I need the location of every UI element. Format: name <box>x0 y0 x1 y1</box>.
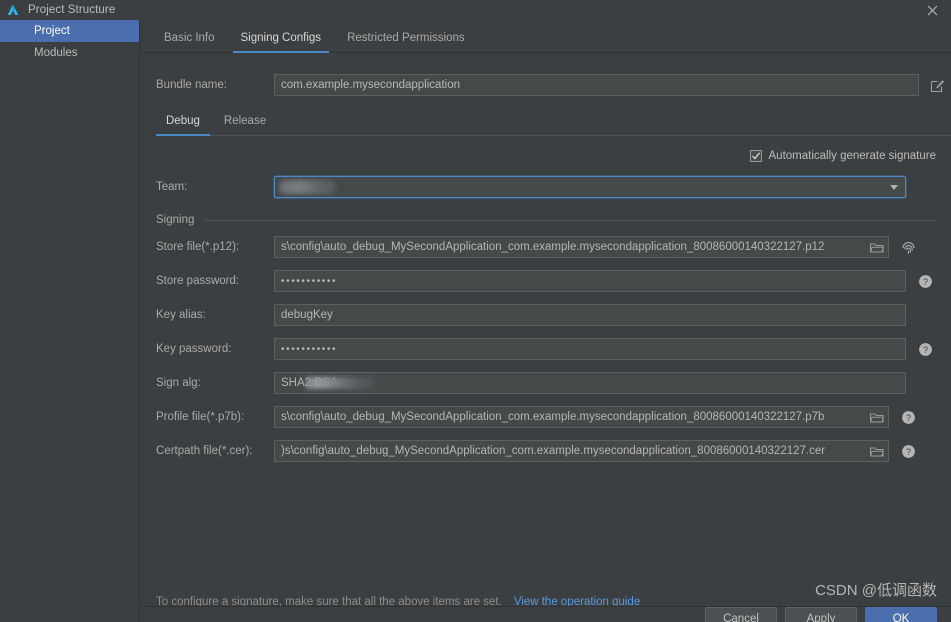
profile-file-value: s\config\auto_debug_MySecondApplication_… <box>281 411 825 423</box>
apply-button[interactable]: Apply <box>785 607 857 622</box>
profile-file-input[interactable]: s\config\auto_debug_MySecondApplication_… <box>274 406 889 428</box>
team-value-redacted <box>279 180 337 194</box>
store-password-input[interactable]: ••••••••••• <box>274 270 906 292</box>
ok-button-label: OK <box>892 613 910 622</box>
main-panel: Basic Info Signing Configs Restricted Pe… <box>140 20 951 622</box>
store-password-label: Store password: <box>156 275 240 287</box>
folder-browse-icon[interactable] <box>870 445 884 457</box>
sidebar: Project Modules <box>0 20 140 622</box>
close-icon[interactable] <box>921 0 943 20</box>
store-file-row: Store file(*.p12): s\config\auto_debug_M… <box>156 236 951 258</box>
key-password-input[interactable]: ••••••••••• <box>274 338 906 360</box>
key-alias-row: Key alias: debugKey <box>156 304 951 326</box>
subtab-debug[interactable]: Debug <box>156 115 210 136</box>
key-password-value: ••••••••••• <box>281 343 338 355</box>
key-alias-label: Key alias: <box>156 309 206 321</box>
help-circle-icon[interactable]: ? <box>917 341 933 357</box>
help-circle-icon[interactable]: ? <box>900 443 916 459</box>
auto-generate-signature-row: Automatically generate signature <box>140 150 951 162</box>
help-circle-icon[interactable]: ? <box>917 273 933 289</box>
bundle-name-label: Bundle name: <box>156 79 227 91</box>
sidebar-item-modules[interactable]: Modules <box>0 42 139 64</box>
checkmark-icon <box>751 152 760 160</box>
signing-group-divider <box>204 219 936 221</box>
certpath-file-label: Certpath file(*.cer): <box>156 445 253 457</box>
certpath-file-input[interactable]: )s\config\auto_debug_MySecondApplication… <box>274 440 889 462</box>
apply-button-label: Apply <box>806 613 836 622</box>
signing-group-header: Signing <box>156 214 936 226</box>
window-title: Project Structure <box>28 4 116 16</box>
tab-label: Restricted Permissions <box>347 32 465 44</box>
tab-restricted-permissions[interactable]: Restricted Permissions <box>339 32 473 52</box>
key-alias-input[interactable]: debugKey <box>274 304 906 326</box>
certpath-file-value: )s\config\auto_debug_MySecondApplication… <box>281 445 826 457</box>
deveco-logo-icon <box>6 3 20 17</box>
edit-pencil-icon[interactable] <box>929 77 945 93</box>
profile-file-row: Profile file(*.p7b): s\config\auto_debug… <box>156 406 951 428</box>
tab-bar: Basic Info Signing Configs Restricted Pe… <box>140 20 951 53</box>
auto-generate-signature-checkbox[interactable] <box>749 150 762 162</box>
key-password-label: Key password: <box>156 343 232 355</box>
svg-text:?: ? <box>922 345 927 355</box>
auto-generate-signature-label: Automatically generate signature <box>768 150 937 162</box>
sign-alg-row: Sign alg: SHA2 DSA <box>156 372 951 394</box>
svg-text:?: ? <box>922 277 927 287</box>
ok-button[interactable]: OK <box>865 607 937 622</box>
fingerprint-icon[interactable] <box>900 239 916 255</box>
cancel-button-label: Cancel <box>723 613 759 622</box>
svg-text:?: ? <box>905 413 910 423</box>
folder-browse-icon[interactable] <box>870 241 884 253</box>
profile-file-label: Profile file(*.p7b): <box>156 411 245 423</box>
store-file-label: Store file(*.p12): <box>156 241 240 253</box>
tab-label: Signing Configs <box>240 32 322 44</box>
sidebar-item-label: Project <box>34 25 70 37</box>
sign-alg-label: Sign alg: <box>156 377 201 389</box>
sign-alg-redaction <box>306 377 374 389</box>
key-password-row: Key password: ••••••••••• ? <box>156 338 951 360</box>
dialog-body: Project Modules Basic Info Signing Confi… <box>0 20 951 622</box>
signing-form: Store file(*.p12): s\config\auto_debug_M… <box>156 236 951 462</box>
bundle-name-row: Bundle name: com.example.mysecondapplica… <box>156 53 951 96</box>
folder-browse-icon[interactable] <box>870 411 884 423</box>
sign-alg-value: SHA2 DSA <box>281 377 338 389</box>
team-dropdown[interactable] <box>274 176 906 198</box>
subtab-release[interactable]: Release <box>214 115 276 135</box>
bundle-name-value: com.example.mysecondapplication <box>281 79 460 91</box>
key-alias-value: debugKey <box>281 309 333 321</box>
store-password-value: ••••••••••• <box>281 275 338 287</box>
sub-tab-bar: Debug Release <box>156 115 951 136</box>
sidebar-item-project[interactable]: Project <box>0 20 139 42</box>
help-circle-icon[interactable]: ? <box>900 409 916 425</box>
sidebar-item-label: Modules <box>34 47 78 59</box>
store-file-input[interactable]: s\config\auto_debug_MySecondApplication_… <box>274 236 889 258</box>
store-password-row: Store password: ••••••••••• ? <box>156 270 951 292</box>
team-row: Team: <box>156 176 951 198</box>
tab-content-signing-configs: Bundle name: com.example.mysecondapplica… <box>140 53 951 622</box>
subtab-label: Release <box>223 115 267 127</box>
title-bar: Project Structure <box>0 0 951 20</box>
signing-group-title: Signing <box>156 214 195 226</box>
store-file-value: s\config\auto_debug_MySecondApplication_… <box>281 241 825 253</box>
tab-label: Basic Info <box>164 32 215 44</box>
team-label: Team: <box>156 181 188 193</box>
certpath-file-row: Certpath file(*.cer): )s\config\auto_deb… <box>156 440 951 462</box>
project-structure-dialog: Project Structure Project Modules Basic … <box>0 0 951 622</box>
svg-text:?: ? <box>905 447 910 457</box>
sign-alg-input[interactable]: SHA2 DSA <box>274 372 906 394</box>
tab-signing-configs[interactable]: Signing Configs <box>232 32 330 53</box>
cancel-button[interactable]: Cancel <box>705 607 777 622</box>
subtab-label: Debug <box>166 115 200 127</box>
chevron-down-icon <box>890 184 898 190</box>
bundle-name-input[interactable]: com.example.mysecondapplication <box>274 74 919 96</box>
tab-basic-info[interactable]: Basic Info <box>156 32 223 52</box>
dialog-button-bar: Cancel Apply OK <box>140 606 951 622</box>
